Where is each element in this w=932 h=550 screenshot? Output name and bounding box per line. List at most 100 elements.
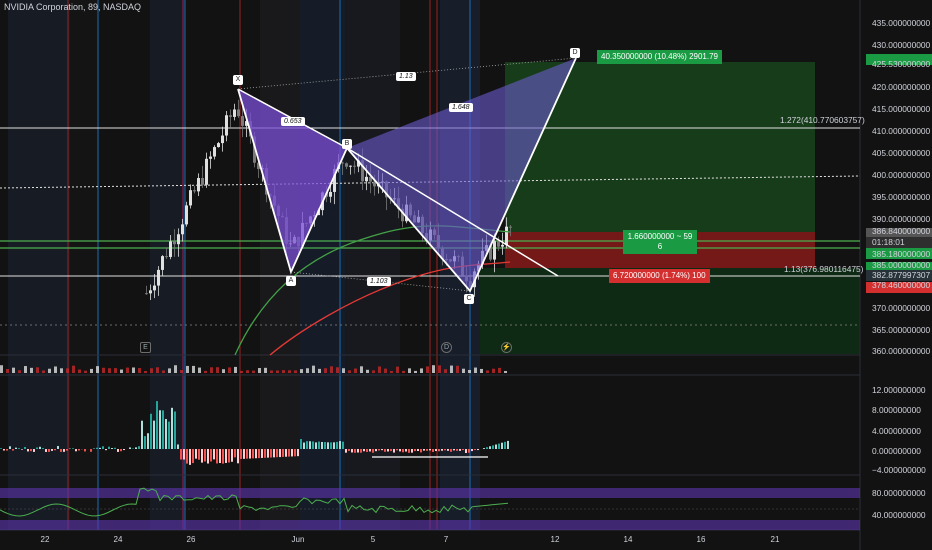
volume-bar	[300, 369, 303, 373]
macd-bar	[180, 449, 182, 460]
chart-canvas[interactable]	[0, 0, 932, 550]
macd-bar	[372, 449, 374, 453]
macd-bar	[288, 449, 290, 457]
macd-bar	[282, 449, 284, 457]
stop-loss-label[interactable]: 6.720000000 (1.74%) 100	[609, 269, 710, 283]
macd-bar	[315, 442, 317, 449]
macd-bar	[195, 449, 197, 459]
time-tick: 22	[40, 535, 50, 544]
rsi-tick: 80.000000000	[872, 488, 926, 498]
macd-bar	[471, 449, 473, 452]
macd-bar	[102, 446, 104, 449]
volume-bar	[222, 369, 225, 373]
macd-bar	[168, 421, 170, 449]
volume-bar	[408, 368, 411, 373]
price-tick: 385.180000000	[872, 249, 931, 259]
dividend-event-icon[interactable]: D	[441, 342, 452, 353]
macd-bar	[492, 445, 494, 449]
volume-bar	[456, 365, 459, 373]
split-event-icon[interactable]: ⚡	[501, 342, 512, 353]
volume-bar	[318, 368, 321, 373]
macd-bar	[366, 449, 368, 453]
macd-bar	[72, 448, 74, 449]
macd-bar	[42, 448, 44, 449]
macd-bar	[237, 449, 239, 464]
session-band	[300, 0, 345, 530]
macd-bar	[354, 449, 356, 453]
volume-bar	[474, 367, 477, 373]
macd-bar	[186, 449, 188, 464]
volume-bar	[252, 370, 255, 373]
candle-body	[349, 165, 352, 167]
macd-bar	[318, 441, 320, 449]
macd-bar	[246, 449, 248, 459]
price-tick: 386.840000000	[872, 226, 931, 236]
volume-bar	[180, 369, 183, 373]
macd-bar	[300, 439, 302, 449]
candle-body	[177, 234, 180, 245]
price-tick: 365.000000000	[872, 325, 931, 335]
symbol-title[interactable]: NVIDIA Corporation, 89, NASDAQ	[4, 2, 141, 12]
macd-bar	[453, 449, 455, 451]
macd-bar	[465, 449, 467, 453]
macd-bar	[489, 446, 491, 449]
volume-bar	[276, 370, 279, 373]
volume-bar	[132, 367, 135, 373]
macd-bar	[63, 449, 65, 452]
macd-bar	[225, 449, 227, 463]
volume-bar	[462, 368, 465, 373]
macd-bar	[507, 440, 509, 449]
candle-body	[217, 143, 220, 148]
entry-label[interactable]: 1.660000000 ~ 59 6	[623, 230, 697, 254]
macd-bar	[273, 449, 275, 458]
macd-bar	[45, 449, 47, 452]
candle-body	[145, 293, 148, 295]
volume-bar	[390, 370, 393, 373]
candle-body	[365, 176, 368, 182]
macd-bar	[3, 449, 5, 451]
volume-bar	[486, 370, 489, 373]
macd-bar	[15, 447, 17, 449]
macd-bar	[468, 449, 470, 453]
macd-bar	[36, 447, 38, 449]
candle-body	[213, 147, 216, 157]
macd-bar	[363, 449, 365, 452]
volume-bar	[210, 367, 213, 373]
macd-bar	[192, 449, 194, 464]
time-tick: 24	[113, 535, 123, 544]
macd-bar	[435, 449, 437, 452]
session-band	[150, 0, 185, 530]
volume-bar	[342, 368, 345, 373]
macd-bar	[279, 449, 281, 458]
macd-bar	[504, 441, 506, 449]
earnings-event-icon[interactable]: E	[140, 342, 151, 353]
volume-bar	[258, 368, 261, 373]
candle-body	[505, 226, 508, 245]
volume-bar	[246, 370, 249, 373]
volume-bar	[396, 366, 399, 373]
macd-bar	[243, 449, 245, 459]
profit-target-label[interactable]: 40.350000000 (10.48%) 2901.79	[597, 50, 722, 64]
macd-bar	[387, 449, 389, 452]
volume-bar	[30, 367, 33, 373]
macd-bar	[270, 449, 272, 458]
macd-bar	[327, 442, 329, 449]
volume-bar	[438, 365, 441, 373]
macd-bar	[177, 444, 179, 449]
volume-bar	[120, 369, 123, 373]
candle-body	[501, 244, 504, 247]
macd-tick: 8.000000000	[872, 405, 921, 415]
price-tick: 370.000000000	[872, 303, 931, 313]
volume-bar	[162, 370, 165, 373]
candle-body	[497, 241, 500, 247]
volume-bar	[306, 368, 309, 373]
time-tick: 26	[186, 535, 196, 544]
volume-bar	[114, 368, 117, 373]
volume-bar	[450, 365, 453, 373]
macd-bar	[477, 449, 479, 451]
macd-bar	[189, 449, 191, 465]
volume-bar	[60, 368, 63, 373]
volume-bar	[84, 370, 87, 373]
macd-bar	[378, 449, 380, 451]
macd-bar	[24, 446, 26, 449]
